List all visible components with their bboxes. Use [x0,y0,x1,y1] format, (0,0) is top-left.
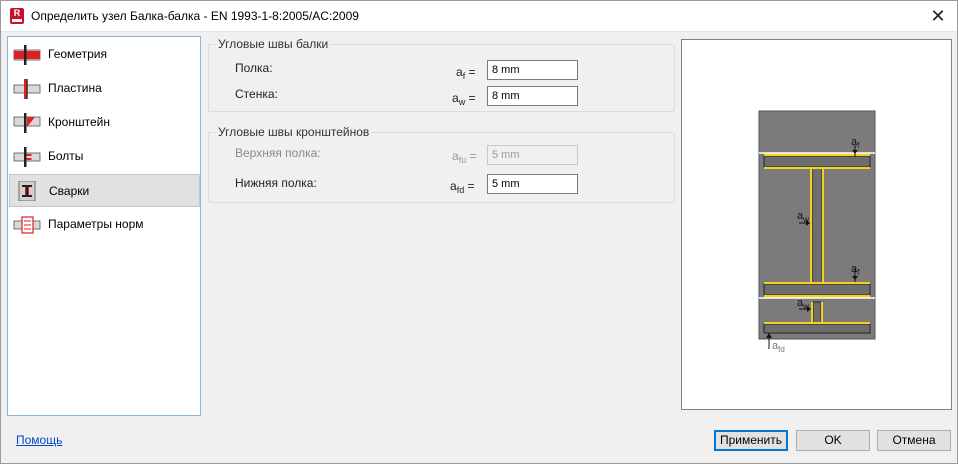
bracket-welds-group: Угловые швы кронштейнов [208,125,675,203]
weld-preview-panel: af aw af aw afd [681,39,952,410]
nav-item-bolts[interactable]: Болты [9,140,200,173]
beam-welds-title: Угловые швы балки [216,37,331,51]
app-logo-icon: R [10,8,24,24]
nav-item-label: Пластина [48,81,102,95]
geometry-icon [13,45,41,65]
web-label: Стенка: [235,87,278,101]
apply-button[interactable]: Применить [714,430,788,451]
nav-item-label: Сварки [49,184,90,198]
afd-label: afd [772,340,785,354]
nav-item-label: Параметры норм [48,217,144,231]
code-params-icon [13,216,41,234]
nav-item-bracket[interactable]: Кронштейн [9,106,200,139]
bracket-icon [13,113,41,133]
weld-diagram: af aw af aw afd [758,110,876,354]
window-title: Определить узел Балка-балка - EN 1993-1-… [31,9,359,23]
bottom-flange-label: Нижняя полка: [235,176,317,190]
nav-list: Геометрия Пластина Кронштейн Болты Сварк… [7,36,201,416]
bottom-flange-weld-input[interactable] [487,174,578,194]
dialog-window: R Определить узел Балка-балка - EN 1993-… [0,0,958,464]
top-flange-weld-input [487,145,578,165]
welds-icon [18,181,36,201]
bolts-icon [13,147,41,167]
bracket-welds-title: Угловые швы кронштейнов [216,125,372,139]
nav-item-label: Геометрия [48,47,107,61]
flange-weld-input[interactable] [487,60,578,80]
close-button[interactable]: ✕ [923,1,953,31]
title-bar: R Определить узел Балка-балка - EN 1993-… [1,1,957,32]
nav-item-welds[interactable]: Сварки [9,174,200,207]
web-weld-input[interactable] [487,86,578,106]
bottom-flange-symbol: afd = [450,179,475,195]
top-flange-symbol: afu = [452,149,477,165]
flange-label: Полка: [235,61,273,75]
nav-item-label: Болты [48,149,84,163]
flange-symbol: af = [456,65,476,81]
nav-item-code-params[interactable]: Параметры норм [9,208,200,241]
nav-item-label: Кронштейн [48,115,110,129]
top-flange-label: Верхняя полка: [235,146,321,160]
nav-item-plate[interactable]: Пластина [9,72,200,105]
ok-button[interactable]: OK [796,430,870,451]
plate-icon [13,79,41,99]
nav-item-geometry[interactable]: Геометрия [9,38,200,71]
web-symbol: aw = [452,91,476,107]
help-link[interactable]: Помощь [16,433,62,447]
cancel-button[interactable]: Отмена [877,430,951,451]
beam-welds-group: Угловые швы балки [208,37,675,112]
